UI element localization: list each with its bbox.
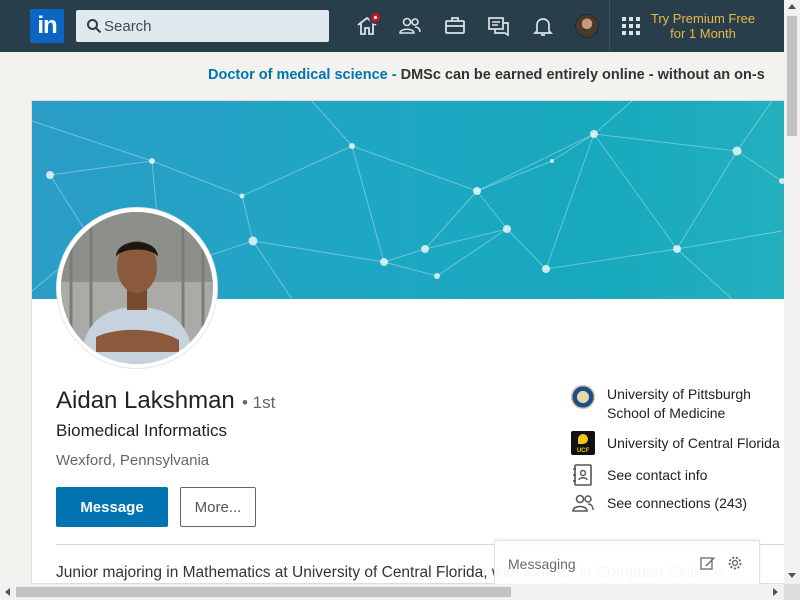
horizontal-scrollbar[interactable] — [0, 584, 784, 600]
compose-message-icon[interactable] — [700, 555, 716, 571]
my-network-icon[interactable] — [398, 14, 422, 38]
ucf-logo-icon: UCF — [571, 431, 595, 455]
profile-name: Aidan Lakshman — [56, 387, 235, 414]
me-avatar[interactable] — [575, 14, 599, 38]
connections-link[interactable]: See connections (243) — [571, 491, 747, 515]
messaging-overlay[interactable]: Messaging — [494, 540, 760, 584]
linkedin-logo[interactable]: in — [30, 9, 64, 43]
search-icon — [87, 19, 102, 34]
notifications-icon[interactable] — [531, 14, 555, 38]
more-actions-button[interactable]: More... — [180, 487, 256, 527]
contact-info-link[interactable]: See contact info — [571, 463, 707, 487]
search-input[interactable] — [104, 10, 324, 42]
connections-people-icon — [572, 494, 594, 512]
premium-line-2: for 1 Month — [670, 26, 736, 41]
profile-location: Wexford, Pennsylvania — [56, 452, 210, 469]
education-2-label: University of Central Florida — [607, 435, 780, 451]
scroll-down-arrow-icon[interactable] — [788, 573, 796, 578]
scroll-up-arrow-icon[interactable] — [788, 4, 796, 9]
scroll-right-arrow-icon[interactable] — [773, 588, 778, 596]
vertical-scrollbar[interactable] — [784, 0, 800, 584]
ad-text: DMSc can be earned entirely online - wit… — [396, 67, 765, 83]
education-1-line-1: University of Pittsburgh — [607, 386, 751, 402]
top-navigation-bar: in Try Premium Free for 1 Month — [0, 0, 784, 52]
notification-badge — [369, 11, 382, 24]
connection-degree: • 1st — [242, 393, 276, 412]
education-item-pitt[interactable]: University of Pittsburgh School of Medic… — [571, 385, 751, 423]
contact-card-icon — [573, 464, 592, 486]
message-button[interactable]: Message — [56, 487, 168, 527]
profile-headline: Biomedical Informatics — [56, 421, 228, 440]
scroll-left-arrow-icon[interactable] — [5, 588, 10, 596]
scrollbar-corner — [784, 584, 800, 600]
work-apps-icon[interactable] — [622, 17, 640, 35]
search-box[interactable] — [76, 10, 329, 42]
nav-divider — [609, 0, 610, 52]
connections-label: See connections (243) — [607, 495, 748, 511]
messaging-icon[interactable] — [487, 14, 511, 38]
linkedin-logo-text: in — [30, 9, 64, 43]
ucf-logo-text: UCF — [576, 448, 590, 454]
contact-info-label: See contact info — [607, 467, 708, 483]
premium-line-1: Try Premium Free — [650, 11, 756, 26]
sponsored-ad-line[interactable]: Doctor of medical science - DMSc can be … — [208, 67, 784, 83]
vertical-scroll-thumb[interactable] — [787, 16, 797, 136]
messaging-label: Messaging — [508, 556, 576, 572]
pitt-school-logo-icon — [571, 385, 595, 409]
education-item-ucf[interactable]: UCF University of Central Florida — [571, 431, 780, 455]
ad-link[interactable]: Doctor of medical science - — [208, 67, 397, 83]
messaging-settings-gear-icon[interactable] — [727, 555, 743, 571]
try-premium-link[interactable]: Try Premium Free for 1 Month — [648, 11, 758, 41]
education-1-line-2: School of Medicine — [607, 405, 726, 421]
profile-card: Aidan Lakshman • 1st Biomedical Informat… — [31, 100, 784, 584]
jobs-icon[interactable] — [443, 14, 467, 38]
horizontal-scroll-thumb[interactable] — [16, 587, 511, 597]
profile-photo-image — [61, 212, 213, 364]
profile-photo[interactable] — [57, 208, 217, 368]
